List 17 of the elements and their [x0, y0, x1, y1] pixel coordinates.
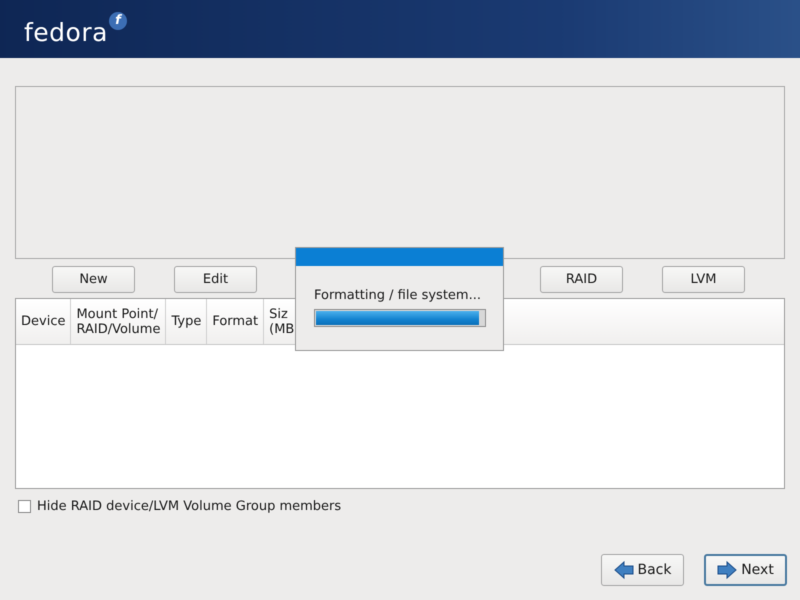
back-button[interactable]: Back	[601, 554, 684, 586]
logo-mark: f	[108, 12, 127, 30]
checkbox-label: Hide RAID device/LVM Volume Group members	[37, 499, 342, 514]
next-arrow-icon	[717, 561, 738, 579]
column-header[interactable]: Format	[207, 299, 264, 344]
partition-button[interactable]: Edit	[174, 266, 257, 293]
progress-message: Formatting / file system...	[314, 288, 482, 303]
column-header[interactable]: Device	[16, 299, 72, 344]
column-header[interactable]: Mount Point/ RAID/Volume	[71, 299, 166, 344]
checkbox[interactable]	[18, 500, 31, 513]
partition-button[interactable]: LVM	[662, 266, 745, 293]
logo-wordmark: fedora	[24, 18, 108, 46]
partition-button[interactable]: New	[52, 266, 135, 293]
back-arrow-icon	[614, 561, 634, 579]
next-button[interactable]: Next	[704, 554, 787, 586]
column-header[interactable]: Type	[166, 299, 208, 344]
partition-button[interactable]: RAID	[540, 266, 623, 293]
